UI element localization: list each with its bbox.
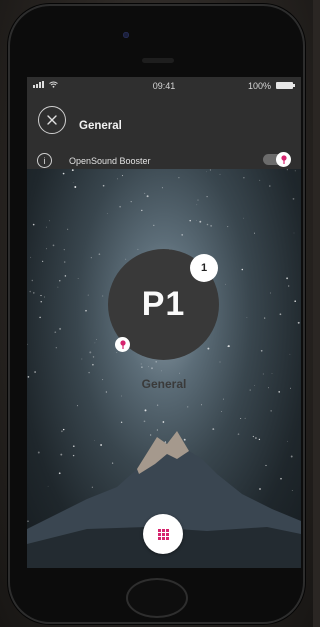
pin-badge [115,337,130,352]
booster-toggle[interactable] [263,152,291,167]
program-label: P1 [141,285,186,323]
menu-button[interactable] [143,514,183,554]
app-screen: 09:41 100% General i OpenSound Booster P… [27,77,301,568]
page-title: General [79,120,122,132]
pin-icon [280,155,287,164]
toggle-knob [276,152,291,167]
info-icon[interactable]: i [37,153,52,168]
header: General [27,97,301,145]
earpiece-speaker [142,58,174,63]
pin-icon [119,340,126,349]
grid-icon [157,528,169,540]
status-bar: 09:41 100% [27,77,301,97]
close-icon [47,115,57,125]
booster-label: OpenSound Booster [69,156,151,166]
front-camera [123,32,129,38]
program-name: General [141,377,187,391]
close-button[interactable] [38,106,66,134]
program-count-badge: 1 [190,254,218,282]
starry-sky-background [27,169,301,568]
battery-icon [276,82,295,89]
battery-percent: 100% [247,81,271,91]
home-button[interactable] [126,578,188,618]
